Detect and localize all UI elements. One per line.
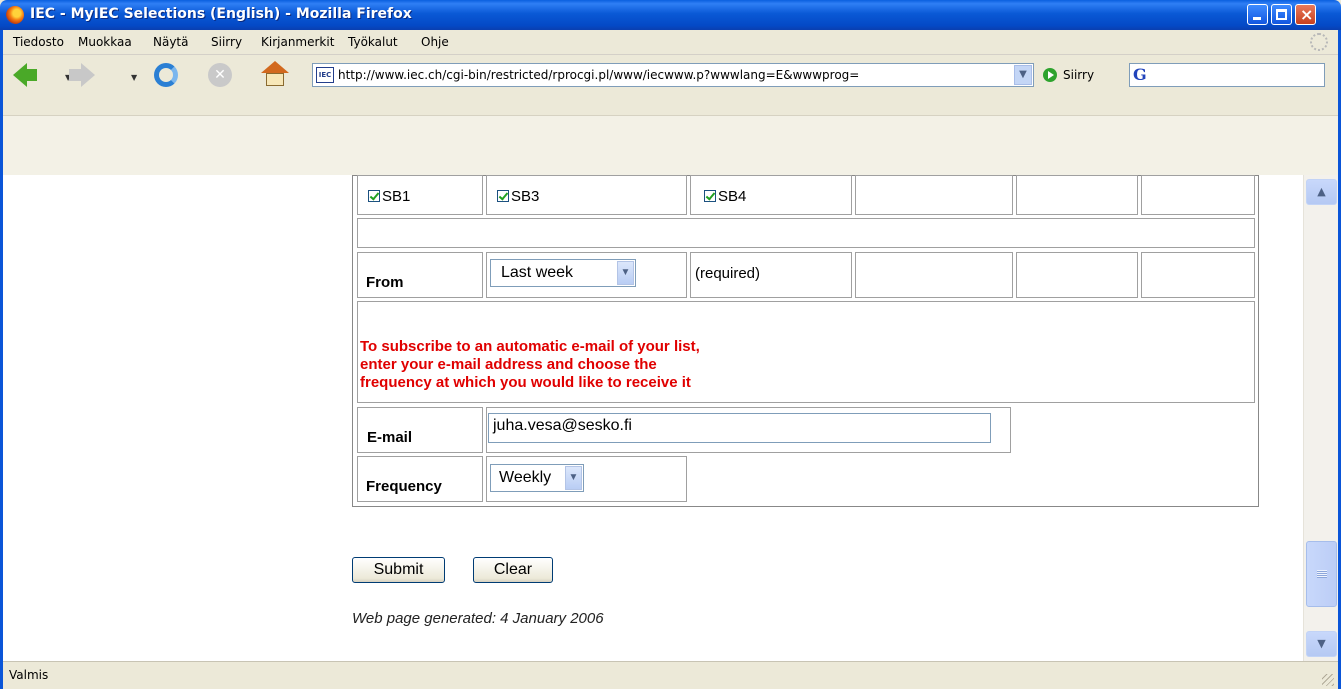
menu-siirry[interactable]: Siirry — [211, 35, 242, 49]
empty-cell — [855, 252, 1013, 298]
resize-grip-icon[interactable] — [1322, 674, 1334, 686]
frequency-select-cell: Weekly ▼ — [486, 456, 687, 502]
google-search-engine-icon[interactable]: G — [1133, 65, 1147, 84]
status-bar: Valmis — [3, 661, 1338, 689]
checkbox-label-sb3: SB3 — [511, 188, 540, 205]
home-walls — [266, 73, 284, 86]
scroll-thumb[interactable] — [1306, 541, 1337, 607]
subscription-notice: To subscribe to an automatic e-mail of y… — [360, 338, 700, 392]
go-label: Siirry — [1063, 68, 1095, 82]
frequency-label: Frequency — [366, 478, 442, 495]
stop-icon[interactable]: ✕ — [208, 63, 232, 87]
go-icon — [1043, 68, 1057, 82]
toolbar-spacer — [3, 115, 1338, 176]
menu-kirjanmerkit[interactable]: Kirjanmerkit — [261, 35, 334, 49]
checkbox-label-sb4: SB4 — [718, 188, 747, 205]
email-label: E-mail — [367, 429, 413, 446]
url-bar[interactable]: IEC http://www.iec.ch/cgi-bin/restricted… — [312, 63, 1034, 87]
url-history-dropdown-icon[interactable]: ▼ — [1014, 65, 1032, 85]
back-icon-tail[interactable] — [25, 69, 37, 81]
menu-tyokalut[interactable]: Työkalut — [348, 35, 398, 49]
activity-throbber-icon — [1310, 33, 1328, 51]
email-input-cell: juha.vesa@sesko.fi — [486, 407, 1011, 453]
submit-button[interactable]: Submit — [352, 557, 445, 583]
window-titlebar: IEC - MyIEC Selections (English) - Mozil… — [0, 0, 1341, 30]
scroll-grip — [1317, 570, 1327, 578]
menu-muokkaa[interactable]: Muokkaa — [78, 35, 132, 49]
checkbox-cell-sb3: SB3 — [486, 175, 687, 215]
status-text: Valmis — [9, 668, 49, 682]
menu-nayta[interactable]: Näytä — [153, 35, 189, 49]
close-icon: × — [1300, 5, 1314, 24]
maximize-button[interactable] — [1271, 4, 1292, 25]
url-text[interactable]: http://www.iec.ch/cgi-bin/restricted/rpr… — [338, 68, 1008, 82]
from-select-value: Last week — [501, 264, 574, 281]
empty-cell — [1141, 252, 1255, 298]
notice-line: To subscribe to an automatic e-mail of y… — [360, 338, 700, 355]
from-label-cell: From — [357, 252, 483, 298]
navigation-toolbar: ▼ ▼ ✕ IEC http://www.iec.ch/cgi-bin/rest… — [3, 55, 1338, 93]
checkbox-sb1[interactable] — [368, 190, 380, 202]
home-roof — [261, 61, 289, 73]
from-label: From — [366, 274, 404, 291]
frequency-select[interactable]: Weekly ▼ — [490, 464, 584, 492]
frequency-select-value: Weekly — [499, 469, 552, 486]
empty-cell — [1141, 175, 1255, 215]
chevron-down-icon[interactable]: ▼ — [617, 261, 634, 285]
email-field[interactable]: juha.vesa@sesko.fi — [488, 413, 991, 443]
empty-cell — [855, 175, 1013, 215]
forward-icon[interactable] — [81, 63, 95, 87]
required-note: (required) — [695, 265, 761, 282]
minimize-button[interactable] — [1247, 4, 1268, 25]
empty-row — [357, 218, 1255, 248]
go-button[interactable]: Siirry — [1043, 68, 1094, 82]
generation-date-note: Web page generated: 4 January 2006 — [352, 610, 604, 627]
checkbox-cell-sb1: SB1 — [357, 175, 483, 215]
menu-bar: Tiedosto Muokkaa Näytä Siirry Kirjanmerk… — [3, 30, 1338, 55]
scroll-up-icon[interactable]: ▲ — [1306, 179, 1337, 205]
vertical-scrollbar[interactable]: ▲ ▼ — [1303, 175, 1338, 661]
search-box[interactable]: G — [1129, 63, 1325, 87]
bookmarks-toolbar — [3, 93, 1338, 115]
checkbox-label-sb1: SB1 — [382, 188, 411, 205]
empty-cell — [1016, 175, 1138, 215]
empty-cell — [1016, 252, 1138, 298]
scroll-down-icon[interactable]: ▼ — [1306, 631, 1337, 657]
chevron-down-icon[interactable]: ▼ — [565, 466, 582, 490]
checkbox-sb4[interactable] — [704, 190, 716, 202]
window-title: IEC - MyIEC Selections (English) - Mozil… — [30, 6, 412, 22]
forward-history-dropdown-icon[interactable]: ▼ — [131, 73, 137, 82]
email-label-cell: E-mail — [357, 407, 483, 453]
close-button[interactable]: × — [1295, 4, 1316, 25]
forward-icon-tail[interactable] — [69, 69, 81, 81]
from-select[interactable]: Last week ▼ — [490, 259, 636, 287]
reload-icon[interactable] — [154, 63, 178, 87]
frequency-label-cell: Frequency — [357, 456, 483, 502]
notice-line: frequency at which you would like to rec… — [360, 374, 691, 391]
menu-tiedosto[interactable]: Tiedosto — [13, 35, 64, 49]
maximize-icon — [1276, 9, 1287, 20]
clear-button[interactable]: Clear — [473, 557, 553, 583]
checkbox-sb3[interactable] — [497, 190, 509, 202]
site-favicon-icon: IEC — [316, 67, 334, 83]
required-cell: (required) — [690, 252, 852, 298]
minimize-icon — [1253, 17, 1261, 20]
notice-line: enter your e-mail address and choose the — [360, 356, 657, 373]
from-select-cell: Last week ▼ — [486, 252, 687, 298]
checkbox-cell-sb4: SB4 — [690, 175, 852, 215]
home-icon[interactable] — [261, 61, 289, 87]
firefox-icon — [6, 6, 24, 24]
menu-ohje[interactable]: Ohje — [421, 35, 449, 49]
